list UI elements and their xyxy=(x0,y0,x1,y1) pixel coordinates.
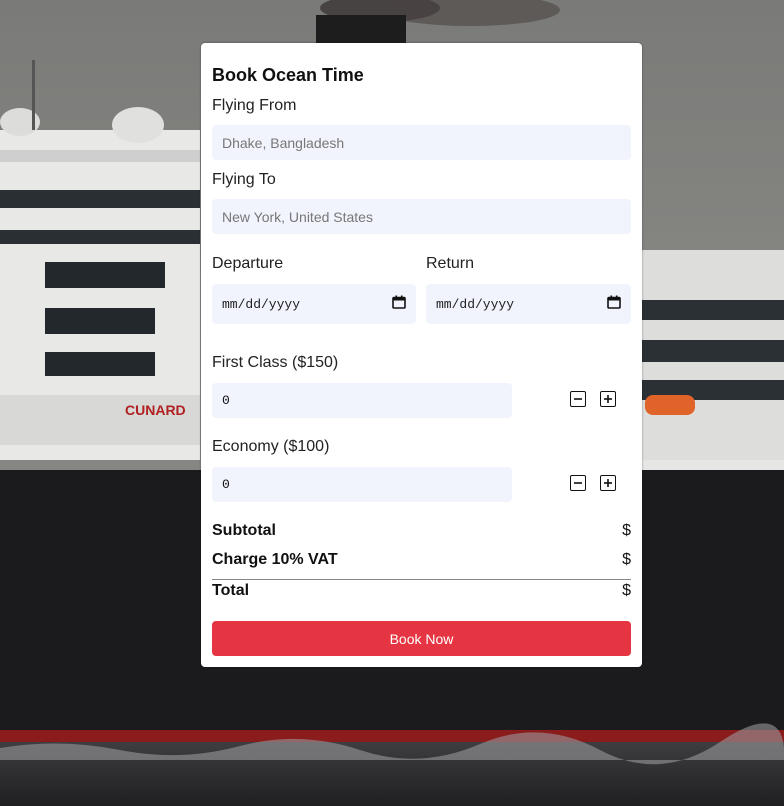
economy-label: Economy ($100) xyxy=(212,438,330,455)
flying-to-label: Flying To xyxy=(212,171,276,188)
flying-from-input[interactable]: Dhake, Bangladesh xyxy=(212,125,631,160)
first-class-minus-icon[interactable] xyxy=(570,391,586,407)
departure-date-value: mm/dd/yyyy xyxy=(222,296,301,312)
return-label: Return xyxy=(426,255,475,272)
flying-to-input[interactable]: New York, United States xyxy=(212,199,631,234)
return-date-input[interactable]: mm/dd/yyyy xyxy=(426,284,631,324)
first-class-plus-icon[interactable] xyxy=(600,391,616,407)
subtotal-label: Subtotal xyxy=(212,522,276,539)
flying-from-label: Flying From xyxy=(212,97,297,114)
total-value: $ xyxy=(622,582,631,599)
first-class-quantity-input[interactable]: 0 xyxy=(212,383,512,418)
flying-from-placeholder: Dhake, Bangladesh xyxy=(222,134,345,151)
svg-text:CUNARD: CUNARD xyxy=(125,402,186,418)
flying-to-placeholder: New York, United States xyxy=(222,208,373,225)
total-label: Total xyxy=(212,582,250,599)
calendar-icon[interactable] xyxy=(607,295,621,313)
economy-minus-icon[interactable] xyxy=(570,475,586,491)
first-class-label: First Class ($150) xyxy=(212,354,339,371)
economy-plus-icon[interactable] xyxy=(600,475,616,491)
departure-label: Departure xyxy=(212,255,284,272)
form-title: Book Ocean Time xyxy=(212,65,364,85)
subtotal-value: $ xyxy=(622,522,631,539)
book-now-button[interactable]: Book Now xyxy=(212,621,631,656)
first-class-quantity-value: 0 xyxy=(222,393,230,408)
booking-card: Book Ocean Time Flying From Dhake, Bangl… xyxy=(201,43,642,667)
departure-date-input[interactable]: mm/dd/yyyy xyxy=(212,284,416,324)
economy-quantity-input[interactable]: 0 xyxy=(212,467,512,502)
economy-quantity-value: 0 xyxy=(222,477,230,492)
calendar-icon[interactable] xyxy=(392,295,406,313)
vat-label: Charge 10% VAT xyxy=(212,551,338,568)
return-date-value: mm/dd/yyyy xyxy=(436,296,515,312)
summary-divider xyxy=(212,579,631,580)
vat-value: $ xyxy=(622,551,631,568)
